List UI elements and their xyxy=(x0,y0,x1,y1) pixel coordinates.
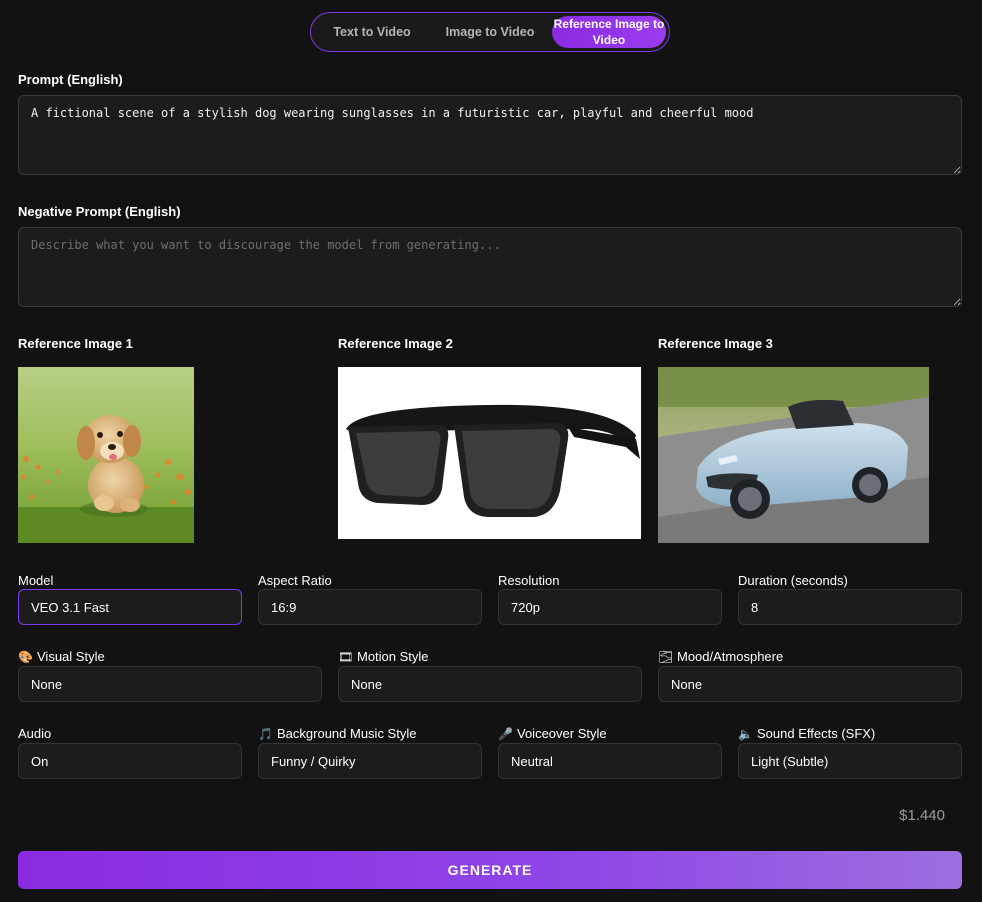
music-style-select[interactable]: Funny / Quirky xyxy=(258,743,482,779)
tab-image-to-video[interactable]: Image to Video xyxy=(430,23,550,41)
mood-label: 🌫 Mood/Atmosphere xyxy=(658,649,784,664)
resolution-select[interactable]: 720p xyxy=(498,589,722,625)
duration-label: Duration (seconds) xyxy=(738,573,848,588)
tab-text-to-video[interactable]: Text to Video xyxy=(314,23,430,41)
prompt-input[interactable] xyxy=(18,95,962,175)
speaker-icon: 🔈 xyxy=(738,726,753,741)
palette-icon: 🎨 xyxy=(18,649,33,664)
reference-image-3-sports-car[interactable] xyxy=(658,367,929,543)
audio-select[interactable]: On xyxy=(18,743,242,779)
generate-button[interactable]: GENERATE xyxy=(18,851,962,889)
motion-style-label: 🎞 Motion Style xyxy=(338,649,429,664)
mode-tabs: Text to Video Image to Video Reference I… xyxy=(310,12,670,52)
reference-image-2-sunglasses[interactable] xyxy=(338,367,641,539)
reference-image-2-label: Reference Image 2 xyxy=(338,336,453,351)
prompt-label: Prompt (English) xyxy=(18,72,123,87)
sfx-select[interactable]: Light (Subtle) xyxy=(738,743,962,779)
aspect-ratio-label: Aspect Ratio xyxy=(258,573,332,588)
film-frames-icon: 🎞 xyxy=(338,649,354,664)
microphone-icon: 🎤 xyxy=(498,726,513,741)
motion-style-select[interactable]: None xyxy=(338,666,642,702)
audio-label: Audio xyxy=(18,726,52,741)
negative-prompt-input[interactable] xyxy=(18,227,962,307)
reference-image-3-label: Reference Image 3 xyxy=(658,336,773,351)
reference-image-1-puppy[interactable] xyxy=(18,367,194,543)
visual-style-select[interactable]: None xyxy=(18,666,322,702)
model-label: Model xyxy=(18,573,54,588)
voiceover-style-label: 🎤 Voiceover Style xyxy=(498,726,607,741)
visual-style-label: 🎨 Visual Style xyxy=(18,649,105,664)
mood-select[interactable]: None xyxy=(658,666,962,702)
tab-reference-image-to-video[interactable]: Reference Image to Video xyxy=(552,16,666,48)
music-note-icon: 🎵 xyxy=(258,726,273,741)
duration-select[interactable]: 8 xyxy=(738,589,962,625)
music-style-label: 🎵 Background Music Style xyxy=(258,726,417,741)
price-estimate: $1.440 xyxy=(899,807,945,824)
aspect-ratio-select[interactable]: 16:9 xyxy=(258,589,482,625)
sfx-label: 🔈 Sound Effects (SFX) xyxy=(738,726,876,741)
model-select[interactable]: VEO 3.1 Fast xyxy=(18,589,242,625)
fog-icon: 🌫 xyxy=(658,649,674,664)
negative-prompt-label: Negative Prompt (English) xyxy=(18,204,181,219)
resolution-label: Resolution xyxy=(498,573,560,588)
reference-image-1-label: Reference Image 1 xyxy=(18,336,133,351)
voiceover-style-select[interactable]: Neutral xyxy=(498,743,722,779)
